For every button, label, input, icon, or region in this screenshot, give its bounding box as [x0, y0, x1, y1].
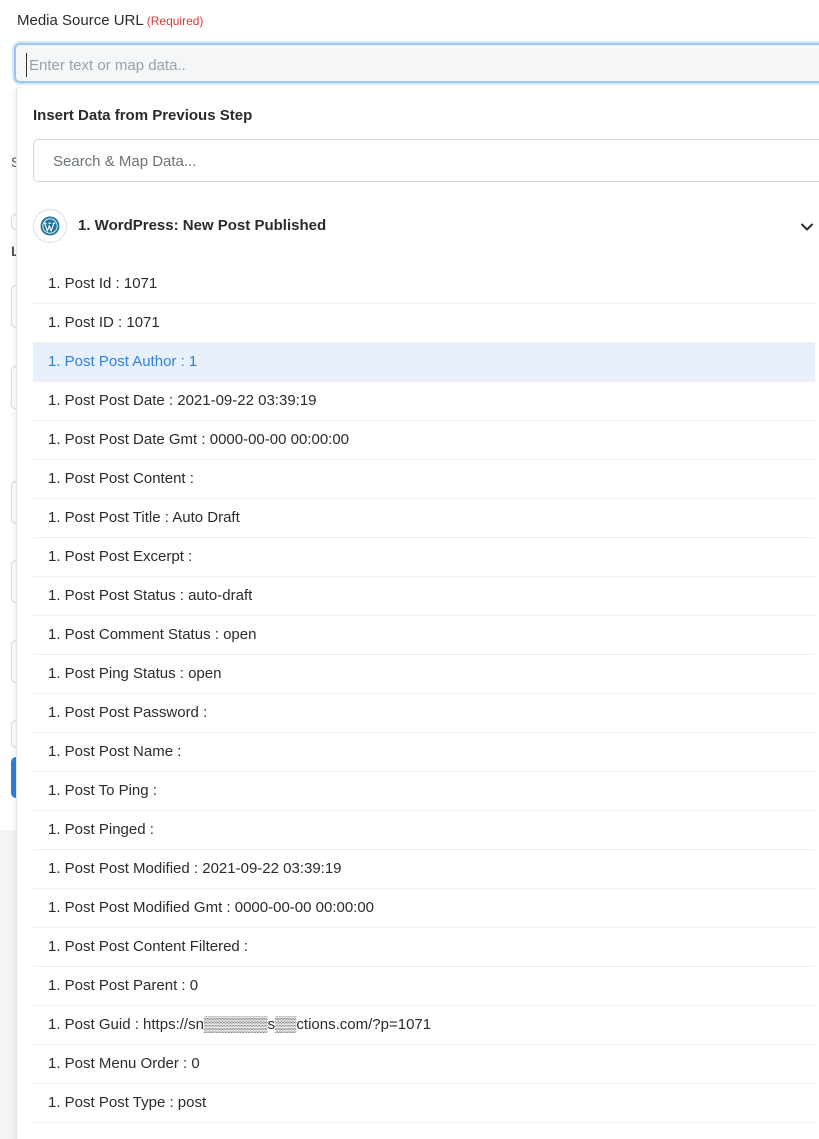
chevron-down-icon[interactable]	[799, 219, 815, 235]
map-data-item[interactable]: 1. Post Post Date Gmt : 0000-00-00 00:00…	[33, 421, 815, 460]
field-label-text: Media Source URL	[17, 12, 144, 29]
required-indicator: (Required)	[146, 14, 204, 28]
map-data-item[interactable]: 1. Post Post Excerpt :	[33, 538, 815, 577]
map-data-item[interactable]: 1. Post Post Content Filtered :	[33, 928, 815, 967]
step-header-wordpress[interactable]: 1. WordPress: New Post Published	[33, 207, 815, 247]
map-data-search-input[interactable]	[51, 150, 755, 172]
wordpress-icon	[33, 209, 67, 243]
map-data-item[interactable]: 1. Post Post Content :	[33, 460, 815, 499]
dropdown-title: Insert Data from Previous Step	[33, 107, 253, 124]
map-data-item[interactable]: 1. Post Post Date : 2021-09-22 03:39:19	[33, 382, 815, 421]
map-data-item[interactable]: 1. Post Comment Status : open	[33, 616, 815, 655]
map-data-item[interactable]: 1. Post To Ping :	[33, 772, 815, 811]
map-data-dropdown: Insert Data from Previous Step 1. WordPr…	[16, 88, 819, 1139]
map-data-item[interactable]: 1. Post Post Password :	[33, 694, 815, 733]
map-data-item[interactable]: 1. Post Id : 1071	[33, 265, 815, 304]
map-data-item[interactable]: 1. Post Post Parent : 0	[33, 967, 815, 1006]
map-data-item[interactable]: 1. Post ID : 1071	[33, 304, 815, 343]
map-data-item[interactable]: 1. Post Post Status : auto-draft	[33, 577, 815, 616]
map-data-item[interactable]: 1. Post Guid : https://sn▒▒▒▒▒▒s▒▒ctions…	[33, 1006, 815, 1045]
map-data-item[interactable]: 1. Post Post Modified Gmt : 0000-00-00 0…	[33, 889, 815, 928]
media-source-url-label: Media Source URL (Required)	[17, 12, 203, 29]
map-data-item[interactable]: 1. Post Pinged :	[33, 811, 815, 850]
media-source-url-input[interactable]	[26, 53, 811, 77]
map-data-item-highlighted[interactable]: 1. Post Post Author : 1	[33, 343, 815, 382]
map-data-item[interactable]: 1. Post Post Type : post	[33, 1084, 815, 1123]
step-title: 1. WordPress: New Post Published	[78, 217, 327, 234]
media-source-url-field[interactable]	[14, 43, 819, 83]
map-data-search[interactable]	[33, 139, 819, 182]
map-data-item[interactable]: 1. Post Ping Status : open	[33, 655, 815, 694]
map-data-item[interactable]: 1. Post Post Modified : 2021-09-22 03:39…	[33, 850, 815, 889]
page: S L Media Source URL(Required) Insert Da…	[0, 0, 819, 1139]
map-data-item[interactable]: 1. Post Menu Order : 0	[33, 1045, 815, 1084]
map-data-item[interactable]: 1. Post Post Title : Auto Draft	[33, 499, 815, 538]
map-data-item[interactable]: 1. Post Post Name :	[33, 733, 815, 772]
map-data-list: 1. Post Id : 1071 1. Post ID : 1071 1. P…	[33, 265, 815, 1123]
